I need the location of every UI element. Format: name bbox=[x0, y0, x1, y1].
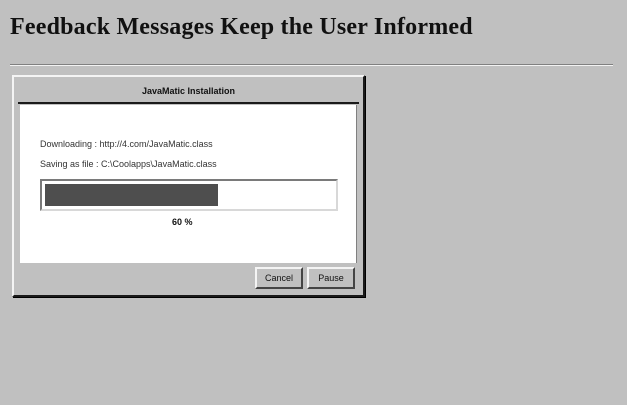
downloading-status-text: Downloading : http://4.com/JavaMatic.cla… bbox=[40, 139, 213, 149]
title-divider bbox=[10, 64, 613, 66]
progress-bar-fill bbox=[45, 184, 218, 206]
progress-percentage: 60 % bbox=[172, 217, 193, 227]
progress-bar bbox=[40, 179, 338, 211]
dialog-content-panel: Downloading : http://4.com/JavaMatic.cla… bbox=[20, 105, 357, 263]
installation-dialog: JavaMatic Installation Downloading : htt… bbox=[12, 75, 365, 297]
pause-button[interactable]: Pause bbox=[307, 267, 355, 289]
dialog-button-row: Cancel Pause bbox=[255, 267, 355, 289]
page-title: Feedback Messages Keep the User Informed bbox=[10, 14, 473, 40]
saving-status-text: Saving as file : C:\Coolapps\JavaMatic.c… bbox=[40, 159, 217, 169]
dialog-title: JavaMatic Installation bbox=[18, 80, 359, 104]
cancel-button[interactable]: Cancel bbox=[255, 267, 303, 289]
